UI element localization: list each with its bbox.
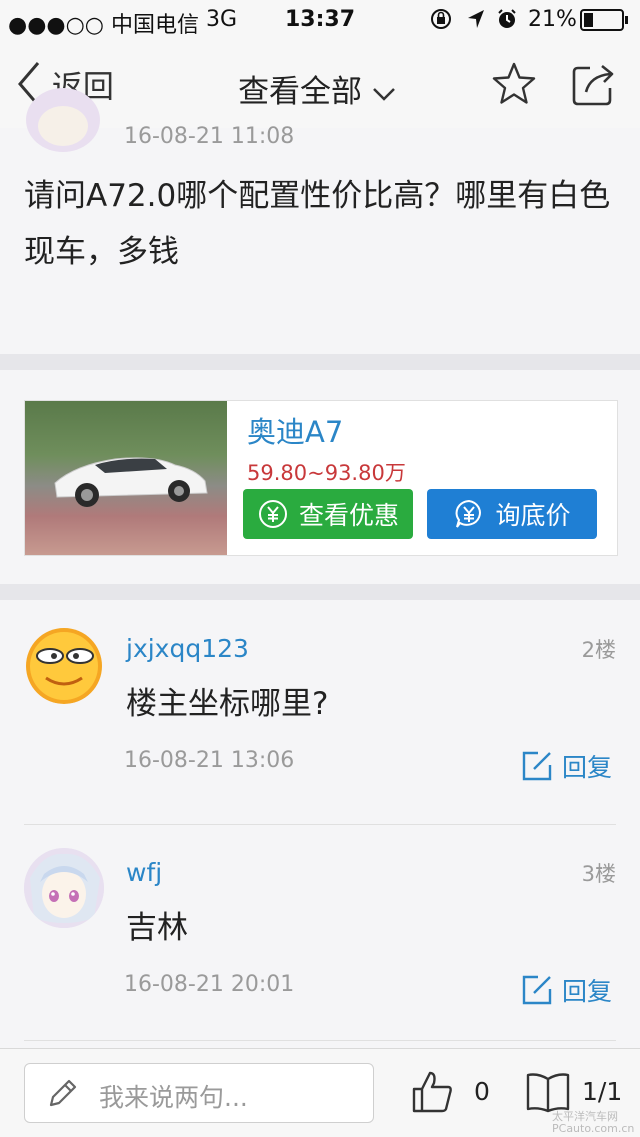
reply-button[interactable]: 回复 (520, 972, 612, 1008)
battery-label: 21% (528, 7, 577, 32)
rotation-lock-icon (430, 8, 452, 36)
share-button[interactable] (570, 60, 618, 112)
floor-number: 3楼 (581, 862, 616, 886)
edit-icon (522, 975, 552, 1005)
divider (0, 354, 640, 370)
watermark: 太平洋汽车网 PCauto.com.cn (552, 1110, 635, 1135)
reply-label: 回复 (562, 753, 613, 782)
ask-price-label: 询底价 (495, 501, 571, 530)
post-main: 16-08-21 11:08 请问A72.0哪个配置性价比高？哪里有白色现车，多… (0, 88, 640, 354)
comment-input[interactable]: 我来说两句... (24, 1063, 374, 1123)
reply-time: 16-08-21 13:06 (124, 748, 295, 773)
view-deal-label: 查看优惠 (298, 501, 399, 530)
location-icon (466, 8, 486, 36)
edit-icon (522, 751, 552, 781)
reply-list: jxjxqq123 2楼 楼主坐标哪里? 16-08-21 13:06 回复 w… (0, 600, 640, 1050)
avatar[interactable] (26, 88, 100, 152)
status-bar: ●●●○○ 中国电信 3G 13:37 21% (0, 0, 640, 40)
book-icon (526, 1073, 570, 1113)
comment-placeholder: 我来说两句... (99, 1083, 248, 1112)
floor-number: 2楼 (581, 638, 616, 662)
view-deal-button[interactable]: 查看优惠 (243, 489, 413, 539)
alarm-icon (496, 8, 518, 36)
thumbs-up-icon (412, 1071, 452, 1113)
smiley-avatar-icon (26, 628, 102, 704)
yuan-chat-icon (456, 499, 482, 528)
reply-label: 回复 (562, 977, 613, 1006)
chevron-down-icon (373, 87, 395, 101)
car-image[interactable] (25, 401, 227, 555)
reply-username[interactable]: jxjxqq123 (126, 634, 249, 663)
post-content: 请问A72.0哪个配置性价比高？哪里有白色现车，多钱 (24, 178, 611, 270)
divider (24, 1040, 616, 1041)
reply-username[interactable]: wfj (126, 858, 162, 887)
view-all-dropdown[interactable]: 查看全部 (0, 66, 640, 111)
post-time: 16-08-21 11:08 (124, 124, 295, 149)
avatar[interactable] (24, 624, 104, 704)
reply-time: 16-08-21 20:01 (124, 972, 295, 997)
anime-avatar-icon (24, 848, 104, 928)
yuan-coin-icon (258, 500, 287, 528)
car-name[interactable]: 奥迪A7 (247, 409, 343, 451)
divider (24, 824, 616, 825)
reply-text: 楼主坐标哪里? (126, 686, 329, 722)
divider (0, 584, 640, 600)
avatar[interactable] (24, 848, 104, 928)
page-indicator: 1/1 (582, 1077, 623, 1106)
pencil-icon (49, 1079, 77, 1107)
like-count: 0 (474, 1077, 490, 1106)
car-ad-card[interactable]: 奥迪A7 59.80~93.80万 查看优惠 询底价 (24, 400, 618, 556)
reply-button[interactable]: 回复 (520, 748, 612, 784)
share-icon (572, 64, 614, 106)
like-button[interactable] (410, 1069, 454, 1119)
car-price: 59.80~93.80万 (247, 461, 406, 485)
favorite-button[interactable] (490, 60, 538, 112)
bottom-toolbar: 我来说两句... 0 1/1 太平洋汽车网 PCauto.com.cn (0, 1048, 640, 1137)
ask-price-button[interactable]: 询底价 (427, 489, 597, 539)
star-icon (492, 62, 536, 104)
page-title: 查看全部 (238, 74, 363, 110)
battery-icon (580, 9, 630, 37)
reply-text: 吉林 (126, 910, 188, 946)
